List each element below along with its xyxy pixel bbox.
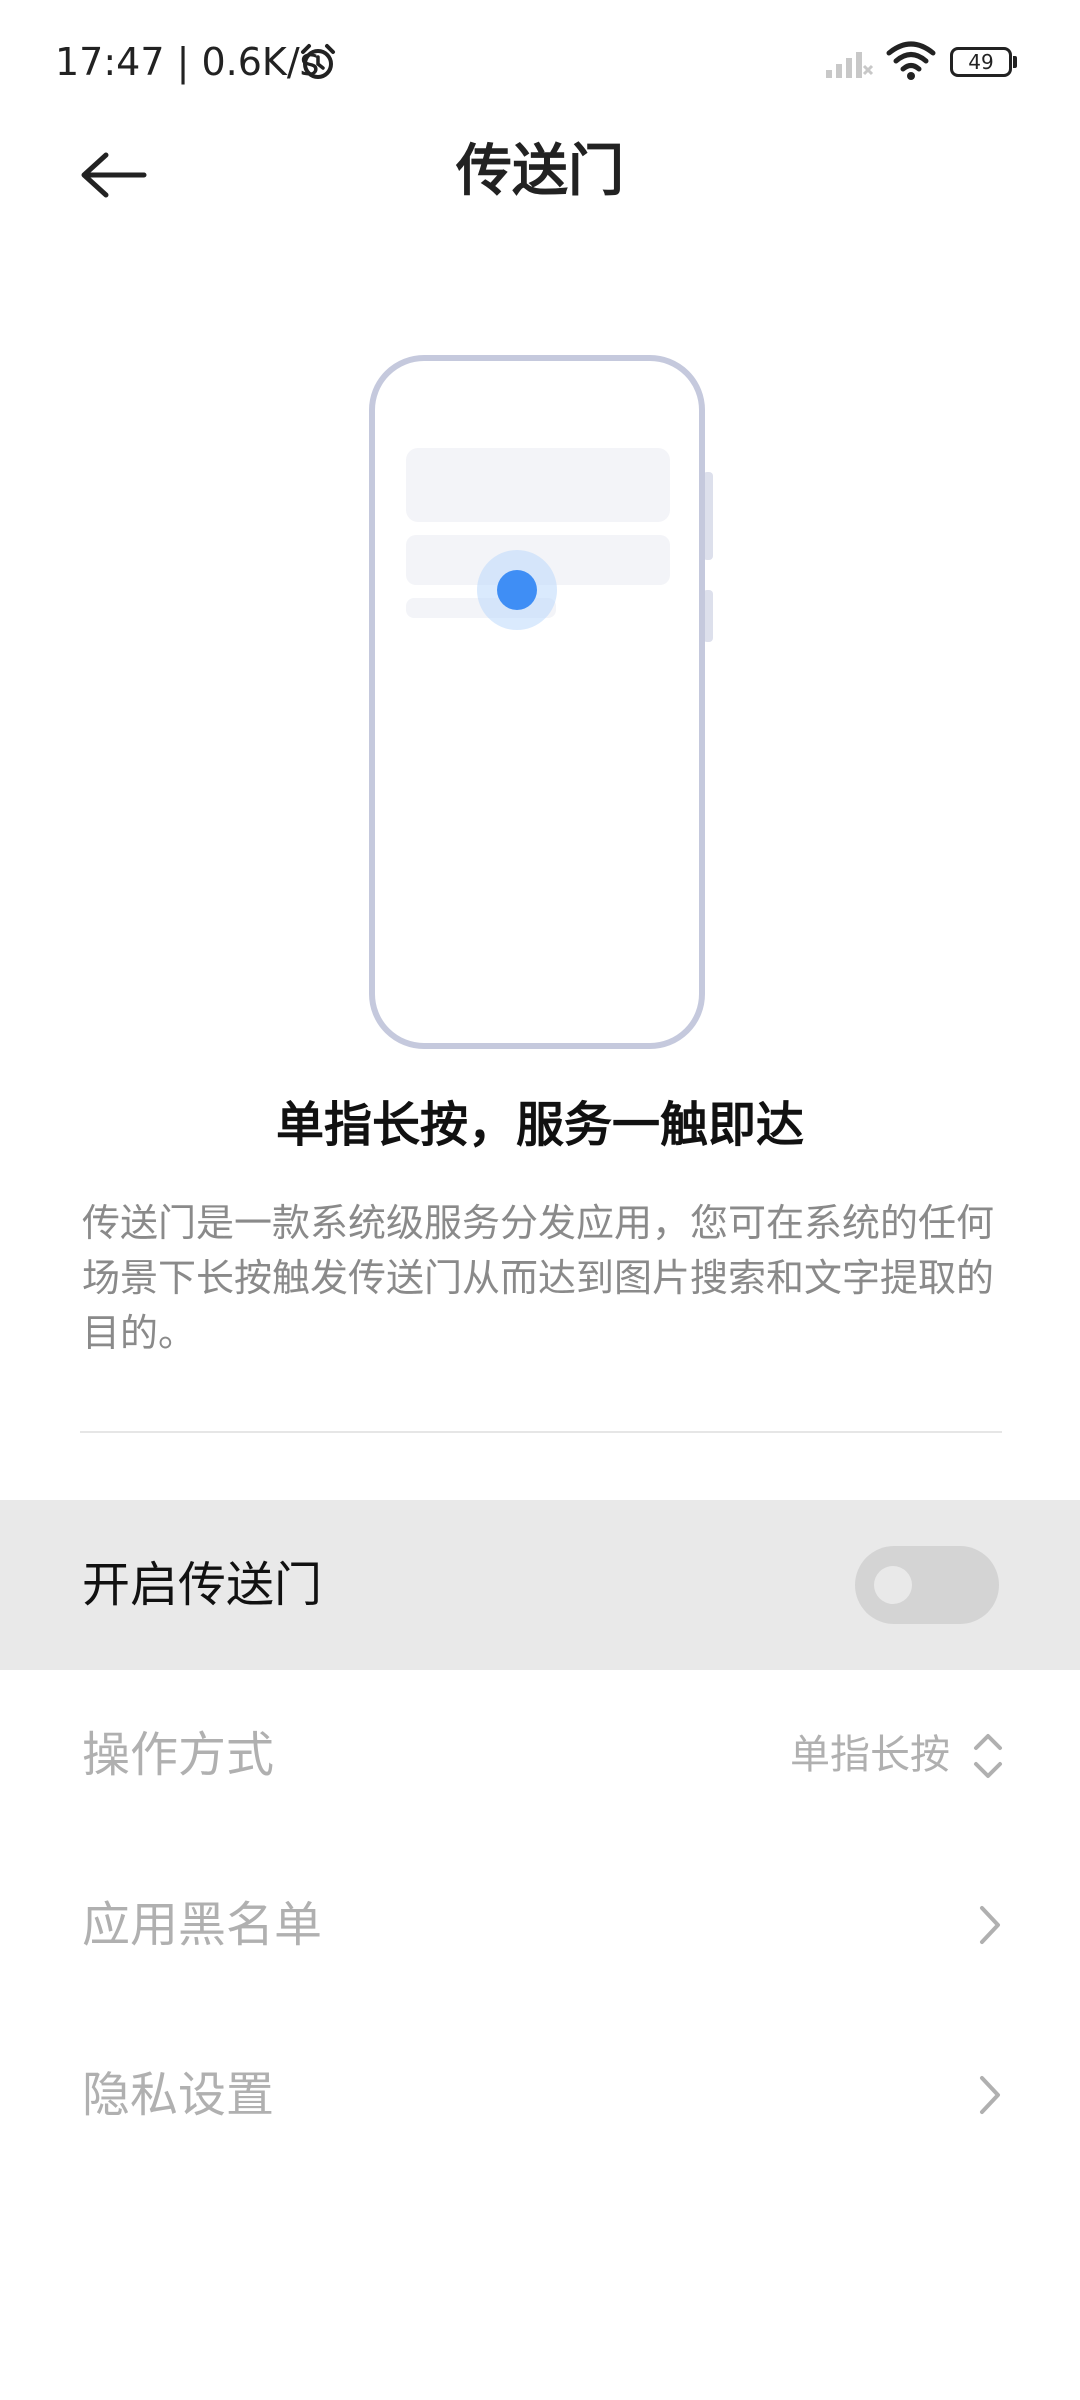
operation-mode-value: 单指长按 <box>790 1732 950 1778</box>
intro-heading: 单指长按，服务一触即达 <box>275 1097 804 1153</box>
chevron-up-down-icon <box>974 1734 1002 1778</box>
operation-mode-label: 操作方式 <box>82 1727 275 1783</box>
touch-point <box>497 570 537 610</box>
toggle-knob <box>874 1566 912 1604</box>
battery-tip <box>1013 56 1017 68</box>
battery-icon: 49 <box>950 47 1012 77</box>
placeholder-card-1 <box>406 448 670 522</box>
app-blacklist-row[interactable]: 应用黑名单 <box>0 1840 1080 2010</box>
battery-level: 49 <box>968 50 994 74</box>
chevron-right-icon <box>980 1906 1000 1944</box>
page-title: 传送门 <box>456 139 624 204</box>
phone-illustration <box>369 355 713 1049</box>
privacy-settings-row[interactable]: 隐私设置 <box>0 2010 1080 2180</box>
app-blacklist-label: 应用黑名单 <box>82 1897 323 1953</box>
enable-portal-row[interactable]: 开启传送门 <box>0 1500 1080 1670</box>
cellular-signal-icon <box>826 52 874 78</box>
divider <box>80 1431 1002 1433</box>
privacy-settings-label: 隐私设置 <box>82 2067 275 2123</box>
status-time-speed: 17:47 | 0.6K/s <box>55 40 320 84</box>
operation-mode-row[interactable]: 操作方式 单指长按 <box>0 1670 1080 1840</box>
wifi-icon <box>886 41 936 80</box>
alarm-clock-icon <box>301 44 335 79</box>
enable-portal-toggle[interactable] <box>855 1546 999 1624</box>
intro-description: 传送门是一款系统级服务分发应用，您可在系统的任何场景下长按触发传送门从而达到图片… <box>82 1201 995 1355</box>
enable-portal-label: 开启传送门 <box>82 1557 323 1613</box>
chevron-right-icon <box>980 2076 1000 2114</box>
